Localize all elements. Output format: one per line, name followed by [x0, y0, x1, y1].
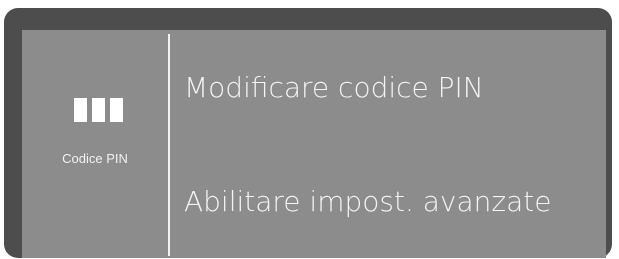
pin-icon-bar: [92, 98, 105, 122]
divider: [168, 34, 170, 256]
menu-item-enable-advanced-settings[interactable]: Abilitare impost. avanzate: [184, 185, 551, 219]
pin-icon-bar: [110, 98, 123, 122]
sidebar-label: Codice PIN: [62, 151, 128, 166]
menu-item-change-pin[interactable]: Modificare codice PIN: [184, 71, 484, 105]
pin-icon: [74, 98, 124, 122]
sidebar: Codice PIN: [22, 30, 168, 258]
display-screen: Codice PIN Modificare codice PIN Abilita…: [22, 30, 606, 258]
device-frame: Codice PIN Modificare codice PIN Abilita…: [4, 8, 612, 258]
pin-icon-bar: [74, 98, 87, 122]
